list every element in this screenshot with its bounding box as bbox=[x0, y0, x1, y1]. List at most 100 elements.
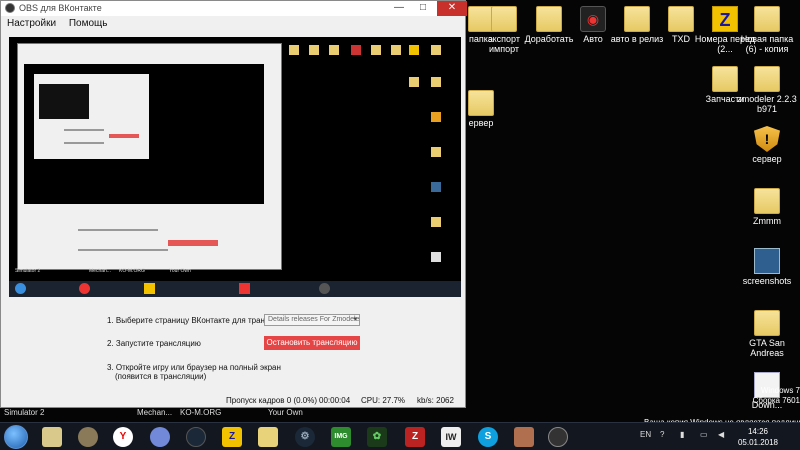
preview-shield-icon bbox=[431, 112, 441, 122]
skype-icon[interactable]: S bbox=[478, 427, 498, 447]
preview-download-icon bbox=[431, 252, 441, 262]
help-icon[interactable]: ? bbox=[660, 430, 664, 439]
plant-icon[interactable]: ✿ bbox=[367, 427, 387, 447]
preview-zmodeler-icon bbox=[144, 283, 155, 294]
taskbar: Y Z ⚙ IMG ✿ Z IW S EN ? ▮ ▭ ◀ 14:26 05.0… bbox=[0, 422, 800, 450]
desktop-icon-server[interactable]: ! сервер bbox=[736, 126, 798, 164]
img-tool-icon[interactable]: IMG bbox=[331, 427, 351, 447]
preview-folder-icon bbox=[391, 45, 401, 55]
preview-folder-icon bbox=[431, 77, 441, 87]
desktop-icon-gta[interactable]: GTA San Andreas bbox=[736, 310, 798, 358]
screenshot-icon bbox=[754, 248, 780, 274]
zmodeler-icon: Z bbox=[712, 6, 738, 32]
preview-nested-capture-2 bbox=[39, 84, 89, 119]
preview-nested-window-2 bbox=[34, 74, 149, 159]
preview-folder-icon bbox=[431, 45, 441, 55]
preview-folder-icon bbox=[371, 45, 381, 55]
label-ko-m: KO-M.ORG bbox=[180, 408, 222, 417]
dropped-frames: Пропуск кадров 0 (0.0%) bbox=[226, 396, 318, 405]
step3-sublabel: (появится в трансляции) bbox=[115, 372, 207, 381]
stream-time: 00:00:04 bbox=[319, 396, 351, 405]
photo-icon[interactable] bbox=[514, 427, 534, 447]
stream-preview: Simulator 2 Mechan... KO-M.ORG Your Own bbox=[9, 37, 461, 297]
folder-icon bbox=[491, 6, 517, 32]
obs-icon[interactable] bbox=[548, 427, 568, 447]
stop-stream-button[interactable]: Остановить трансляцию bbox=[264, 336, 360, 350]
clock-date: 05.01.2018 bbox=[737, 438, 779, 447]
preview-yandex-icon bbox=[79, 283, 90, 294]
folder-icon bbox=[468, 90, 494, 116]
preview-nested-capture bbox=[24, 64, 264, 204]
gimp-icon[interactable] bbox=[78, 427, 98, 447]
close-button[interactable]: ✕ bbox=[437, 1, 467, 16]
start-button[interactable] bbox=[4, 425, 28, 449]
preview-nested-window bbox=[17, 43, 282, 270]
maximize-button[interactable]: □ bbox=[411, 1, 435, 16]
preview-taskbar bbox=[9, 281, 461, 297]
folder-icon bbox=[754, 6, 780, 32]
status-bar: Пропуск кадров 0 (0.0%) 00:00:04 CPU: 27… bbox=[1, 393, 465, 407]
minimize-button[interactable]: — bbox=[387, 1, 411, 16]
preview-folder-icon bbox=[409, 77, 419, 87]
windows-watermark: Windows 7 Сборка 7601 bbox=[650, 386, 800, 406]
preview-line bbox=[64, 142, 104, 144]
preview-folder-icon bbox=[431, 217, 441, 227]
obs-window: OBS для ВКонтакте — □ ✕ Настройки Помощь bbox=[0, 0, 467, 408]
desktop: папка экспорт импорт Доработать ◉ Авто а… bbox=[0, 0, 800, 450]
preview-filezilla-icon bbox=[239, 283, 250, 294]
watermark-line1: Windows 7 bbox=[760, 386, 800, 395]
zmodeler-icon[interactable]: Z bbox=[222, 427, 242, 447]
step2-label: 2. Запустите трансляцию bbox=[107, 339, 201, 348]
discord-icon[interactable] bbox=[150, 427, 170, 447]
steam-icon[interactable]: ⚙ bbox=[295, 427, 315, 447]
desktop-icon-novaya-papka[interactable]: Новая папка (6) - копия bbox=[736, 6, 798, 54]
folder-icon bbox=[754, 310, 780, 336]
folder-icon bbox=[668, 6, 694, 32]
language-indicator[interactable]: EN bbox=[640, 430, 651, 439]
network-icon[interactable]: ▮ bbox=[680, 430, 684, 439]
preview-start-icon bbox=[15, 283, 26, 294]
ida-icon[interactable]: IW bbox=[441, 427, 461, 447]
preview-red-button bbox=[168, 240, 218, 246]
preview-line bbox=[64, 129, 104, 131]
title-bar[interactable]: OBS для ВКонтакте — □ ✕ bbox=[1, 1, 467, 16]
cpu-usage: CPU: 27.7% bbox=[361, 396, 406, 405]
menu-bar: Настройки Помощь bbox=[1, 16, 465, 31]
preview-line bbox=[78, 249, 168, 251]
folder-icon bbox=[624, 6, 650, 32]
preview-label-ko: KO-M.ORG bbox=[119, 268, 145, 274]
preview-folder-icon bbox=[289, 45, 299, 55]
preview-folder-icon bbox=[431, 147, 441, 157]
vk-page-select[interactable]: Details releases For Zmodele ▾ bbox=[264, 314, 360, 326]
paint-icon[interactable] bbox=[258, 427, 278, 447]
folder-icon bbox=[536, 6, 562, 32]
volume-icon[interactable]: ◀ bbox=[718, 430, 724, 439]
desktop-icon-zmmm[interactable]: Zmmm bbox=[736, 188, 798, 226]
step3-label: 3. Откройте игру или браузер на полный э… bbox=[107, 363, 281, 372]
menu-help[interactable]: Помощь bbox=[69, 16, 108, 31]
clock[interactable]: 14:26 05.01.2018 bbox=[736, 426, 780, 448]
menu-settings[interactable]: Настройки bbox=[7, 16, 56, 31]
preview-screenshot-icon bbox=[431, 182, 441, 192]
preview-label-own: Your Own bbox=[169, 268, 191, 274]
battery-icon[interactable]: ▭ bbox=[700, 430, 708, 439]
label-simulator: Simulator 2 bbox=[4, 408, 45, 417]
watermark-line2: Сборка 7601 bbox=[752, 396, 800, 405]
explorer-icon[interactable] bbox=[42, 427, 62, 447]
preview-avto-icon bbox=[351, 45, 361, 55]
preview-line bbox=[78, 229, 158, 231]
desktop-icon-zmodeler[interactable]: zmodeler 2.2.3 b971 bbox=[736, 66, 798, 114]
preview-obs-icon bbox=[319, 283, 330, 294]
chevron-down-icon: ▾ bbox=[353, 316, 357, 323]
folder-icon bbox=[712, 66, 738, 92]
window-title: OBS для ВКонтакте bbox=[19, 3, 102, 13]
desktop-icon-screenshots[interactable]: screenshots bbox=[736, 248, 798, 286]
clock-time: 14:26 bbox=[747, 427, 769, 436]
preview-label-mech: Mechan... bbox=[89, 268, 111, 274]
preview-zmodeler-icon bbox=[409, 45, 419, 55]
steam-dark-icon[interactable] bbox=[186, 427, 206, 447]
preview-label-sim: Simulator 2 bbox=[15, 268, 41, 274]
yandex-browser-icon[interactable]: Y bbox=[113, 427, 133, 447]
filezilla-icon[interactable]: Z bbox=[405, 427, 425, 447]
bitrate: kb/s: 2062 bbox=[417, 396, 454, 405]
